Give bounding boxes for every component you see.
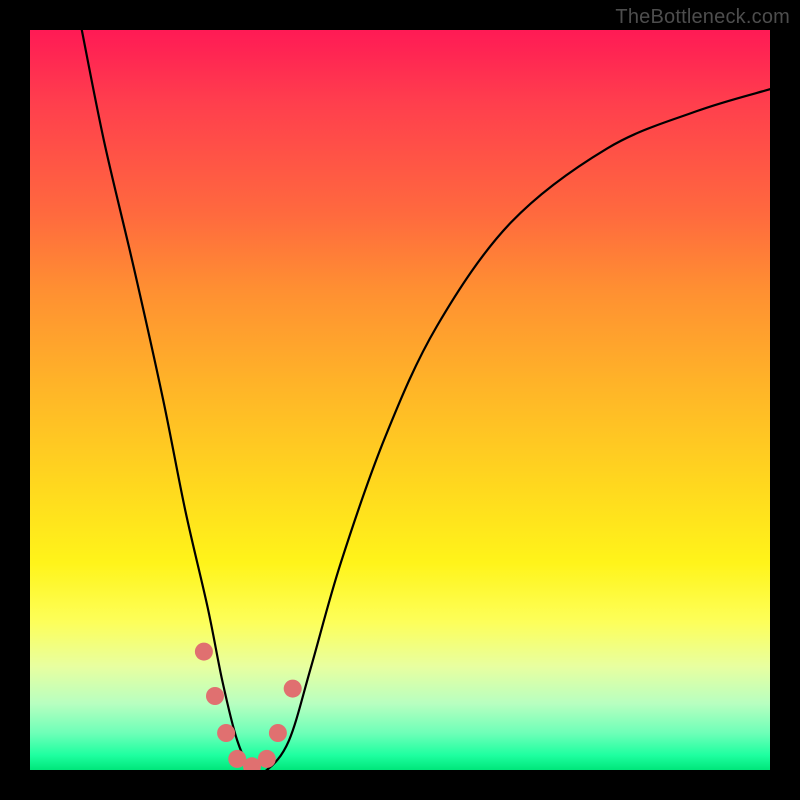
marker-dot <box>284 680 302 698</box>
bottleneck-curve-path <box>82 30 770 770</box>
watermark-text: TheBottleneck.com <box>615 6 790 29</box>
marker-dot <box>195 643 213 661</box>
chart-area <box>30 30 770 770</box>
bottleneck-markers <box>195 643 302 770</box>
marker-dot <box>258 750 276 768</box>
marker-dot <box>269 724 287 742</box>
bottleneck-chart-svg <box>30 30 770 770</box>
marker-dot <box>206 687 224 705</box>
marker-dot <box>217 724 235 742</box>
